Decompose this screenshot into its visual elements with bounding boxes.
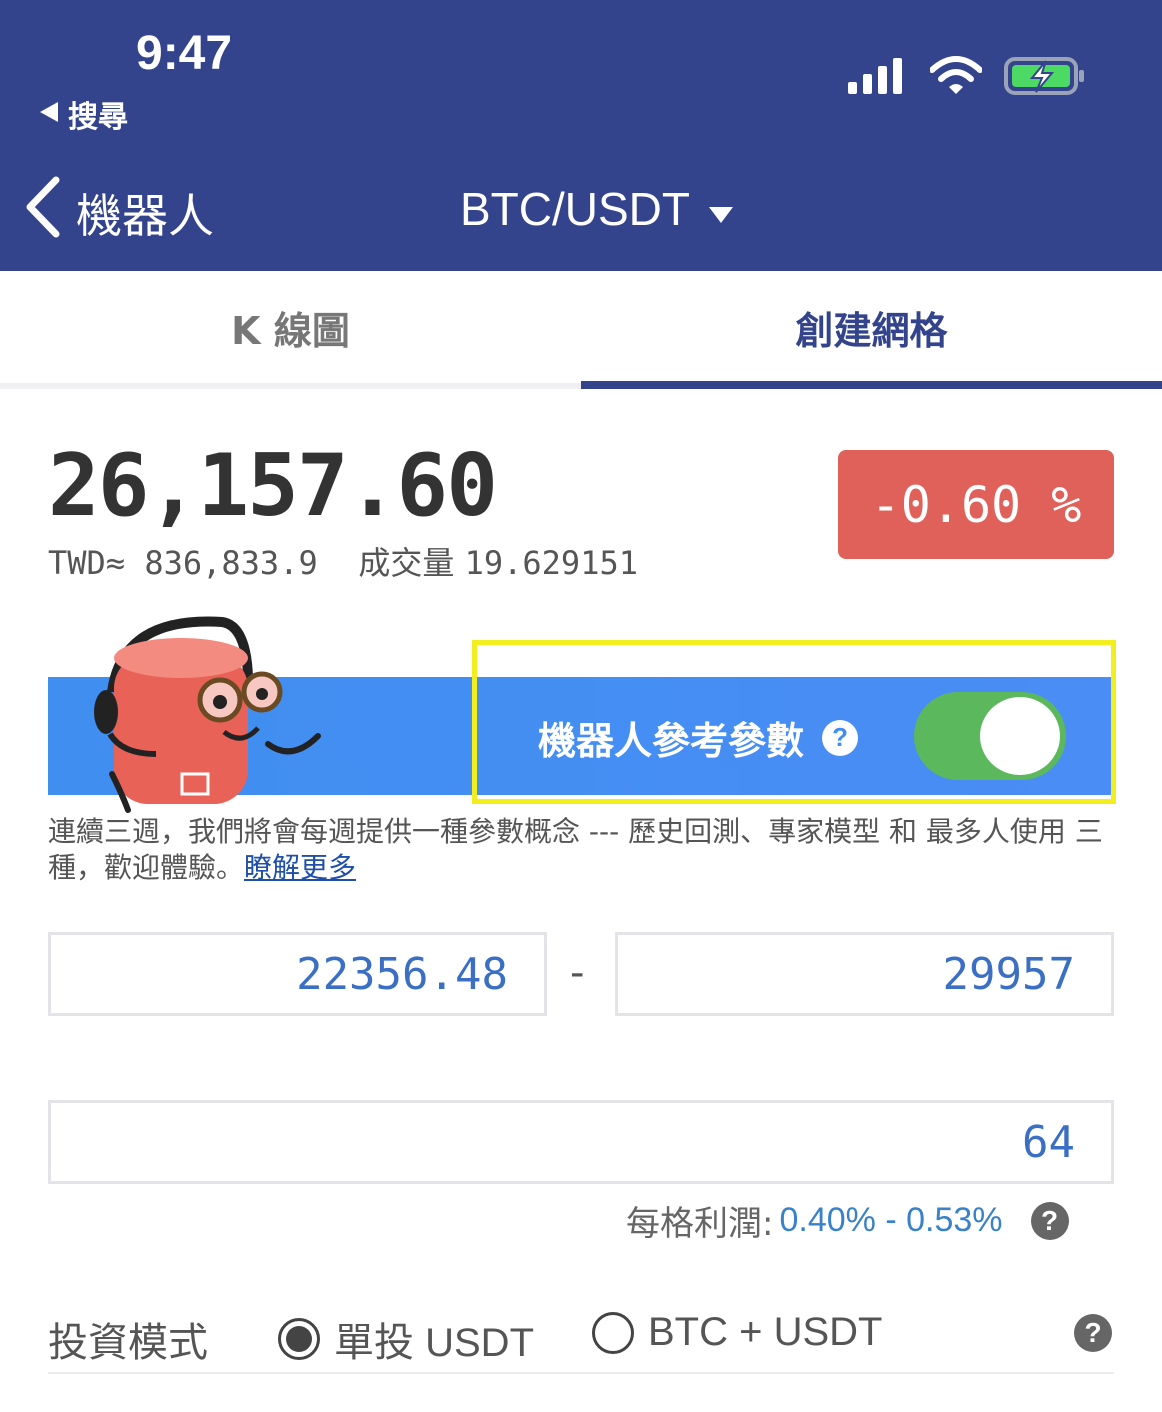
status-icons (848, 56, 1086, 100)
back-search-label: 搜尋 (68, 100, 128, 135)
tab-kline[interactable]: K 線圖 (0, 271, 581, 383)
battery-charging-icon (1004, 56, 1086, 100)
profit-value: 0.40% - 0.53% (779, 1201, 1003, 1239)
invest-mode-label: 投資模式 (48, 1320, 208, 1366)
invest-mode-option-usdt[interactable]: 單投 USDT (278, 1310, 534, 1368)
description-text: 連續三週，我們將會每週提供一種參數概念 --- 歷史回測、專家模型 和 最多人使… (48, 815, 1103, 884)
radio-selected-icon (278, 1318, 320, 1360)
learn-more-link[interactable]: 瞭解更多 (244, 851, 356, 884)
wifi-icon (929, 56, 983, 100)
radio-unselected-icon (592, 1311, 634, 1354)
active-tab-indicator (581, 381, 1162, 389)
highlight-box (472, 640, 1116, 804)
option-label: BTC + USDT (648, 1310, 883, 1354)
signal-icon (848, 56, 908, 100)
divider (48, 1372, 1114, 1374)
price-subinfo: TWD≈ 836,833.9 成交量 19.629151 (48, 538, 638, 584)
invest-mode-option-btc-usdt[interactable]: BTC + USDT (592, 1310, 882, 1355)
pair-label: BTC/USDT (460, 183, 690, 235)
option-label: 單投 USDT (334, 1321, 534, 1365)
profit-label: 每格利潤: (626, 1204, 774, 1244)
price-range-low-input[interactable]: 22356.48 (48, 932, 547, 1016)
back-button[interactable]: 機器人 (22, 176, 214, 249)
tab-bar: K 線圖 創建網格 (0, 271, 1162, 389)
twd-price: TWD≈ 836,833.9 (48, 544, 318, 582)
volume-value: 19.629151 (464, 544, 638, 582)
range-separator: - (570, 950, 585, 996)
status-time: 9:47 (136, 27, 233, 80)
triangle-left-icon (38, 97, 60, 132)
question-icon[interactable]: ? (1074, 1314, 1112, 1352)
robot-mascot-icon (92, 614, 332, 818)
profit-per-grid: 每格利潤: 0.40% - 0.53% ? (626, 1196, 1069, 1245)
chevron-left-icon (22, 176, 62, 249)
caret-down-icon (708, 182, 734, 236)
question-icon[interactable]: ? (1030, 1201, 1069, 1240)
grid-count-input[interactable]: 64 (48, 1100, 1114, 1184)
volume-label: 成交量 (358, 544, 455, 582)
back-label: 機器人 (76, 188, 214, 243)
params-description: 連續三週，我們將會每週提供一種參數概念 --- 歷史回測、專家模型 和 最多人使… (48, 814, 1118, 886)
price-range-high-input[interactable]: 29957 (615, 932, 1114, 1016)
back-to-search-link[interactable]: 搜尋 (38, 92, 128, 136)
price-change-badge: -0.60 % (838, 450, 1114, 559)
tab-create-grid[interactable]: 創建網格 (581, 271, 1162, 383)
pair-selector[interactable]: BTC/USDT (460, 182, 734, 236)
last-price: 26,157.60 (48, 436, 498, 536)
